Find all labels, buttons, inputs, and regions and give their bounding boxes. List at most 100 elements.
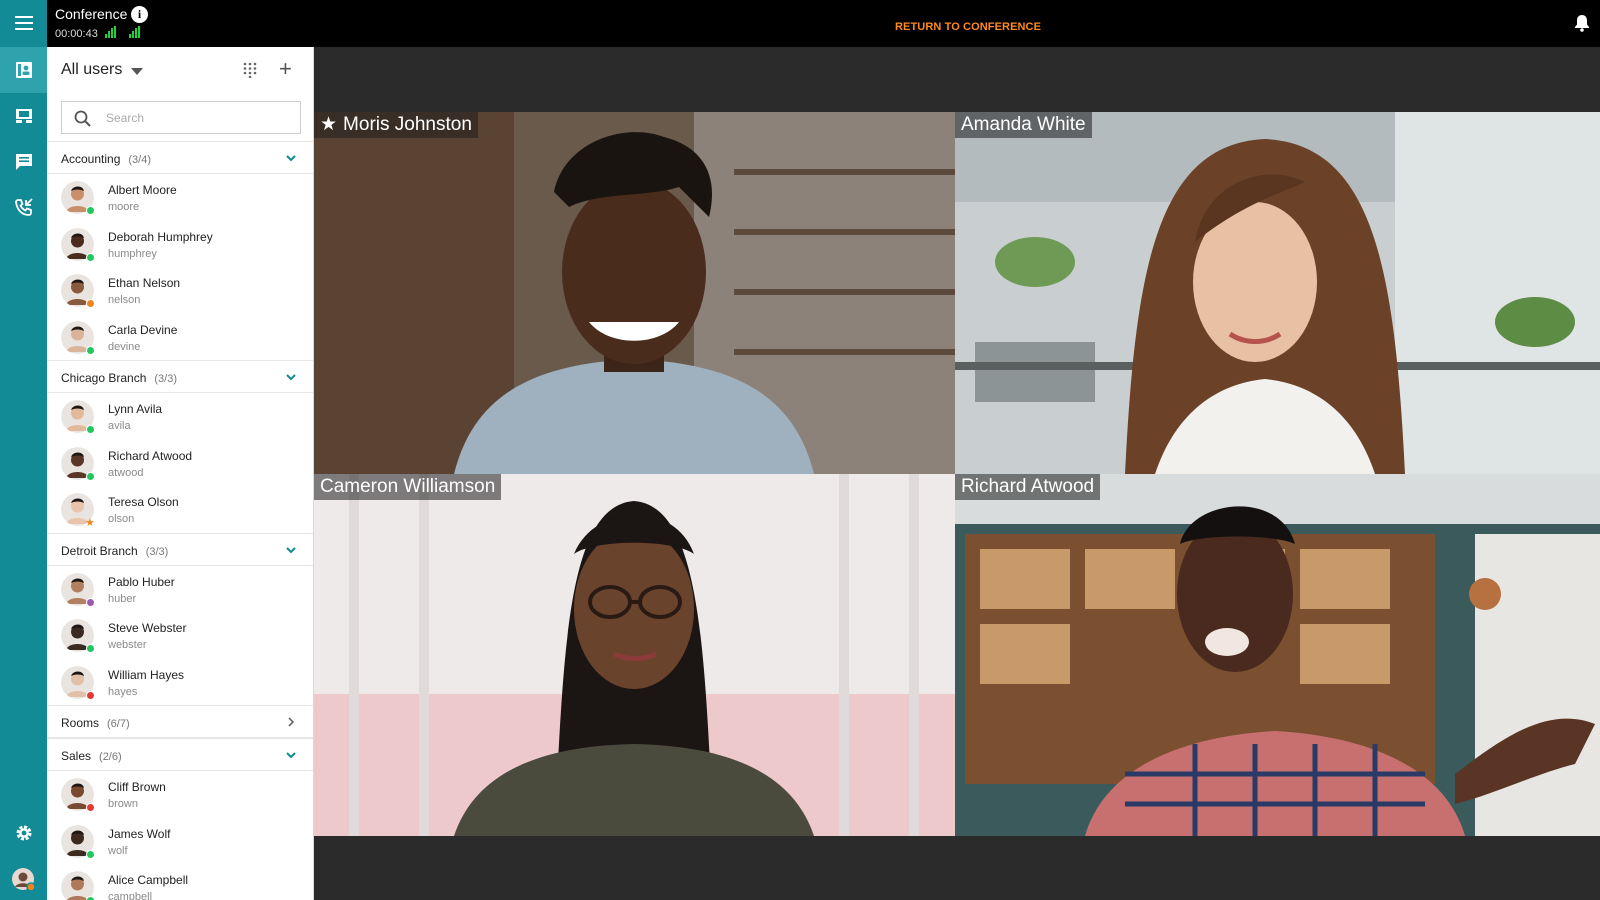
contact-login: moore: [108, 201, 140, 213]
chevron-down-icon[interactable]: [285, 371, 297, 383]
contact-login: humphrey: [108, 247, 157, 260]
status-indicator: [86, 896, 95, 900]
contact-list-item[interactable]: ★ Teresa Olson olson: [47, 486, 313, 533]
contact-name: Albert Moore: [108, 183, 177, 197]
group-title: Accounting: [61, 152, 121, 166]
status-indicator: [86, 690, 95, 700]
gear-icon: [16, 825, 31, 841]
status-indicator: [86, 597, 95, 607]
status-indicator: [86, 425, 95, 434]
contact-login: wolf: [108, 844, 128, 857]
participant-name: Amanda White: [961, 114, 1086, 135]
contact-list-item[interactable]: Lynn Avila avila: [47, 393, 313, 440]
contact-login: nelson: [108, 294, 141, 306]
contact-list-item[interactable]: Albert Moore moore: [47, 174, 313, 221]
settings-button[interactable]: [0, 810, 47, 856]
group-count: (3/4): [128, 154, 151, 166]
contacts-nav-button[interactable]: [0, 47, 47, 93]
group-header[interactable]: Accounting (3/4): [47, 141, 313, 174]
contact-login: hayes: [108, 685, 138, 698]
user-filter-dropdown[interactable]: All users: [61, 61, 122, 79]
group-name: Sales (2/6): [61, 749, 122, 763]
chevron-down-icon[interactable]: [285, 544, 297, 556]
participant-video: [955, 112, 1600, 474]
contact-name: Ethan Nelson: [108, 276, 181, 290]
contacts-icon: [15, 62, 32, 78]
contact-name: William Hayes: [108, 667, 185, 682]
status-indicator: [86, 644, 95, 653]
group-count: (2/6): [99, 751, 122, 763]
contact-login: atwood: [108, 466, 144, 479]
profile-button[interactable]: [0, 857, 47, 900]
chevron-down-icon[interactable]: [285, 152, 297, 164]
conference-title: Conference: [55, 6, 128, 22]
chevron-right-icon[interactable]: [285, 716, 297, 728]
status-indicator: [86, 206, 95, 215]
participant-name-label: Amanda White: [955, 112, 1092, 138]
participant-name: Moris Johnston: [343, 114, 472, 135]
group-count: (3/3): [145, 545, 169, 558]
video-tile[interactable]: ★ Moris Johnston: [314, 112, 955, 474]
contact-list-item[interactable]: James Wolf wolf: [47, 818, 313, 865]
search-input[interactable]: [106, 109, 291, 127]
rooms-nav-button[interactable]: [0, 93, 47, 139]
bell-icon: [1575, 15, 1589, 32]
group-title: Chicago Branch: [61, 371, 147, 385]
contact-login: avila: [108, 420, 131, 432]
status-indicator: [86, 252, 95, 262]
call-history-icon: [14, 198, 33, 216]
contact-list-item[interactable]: Deborah Humphrey humphrey: [47, 221, 313, 268]
group-name: Rooms (6/7): [61, 716, 130, 730]
contact-name: Lynn Avila: [108, 402, 163, 416]
group-header[interactable]: Chicago Branch (3/3): [47, 360, 313, 393]
contact-name: Pablo Huber: [108, 574, 175, 589]
video-stage: ★ Moris Johnston Amanda White Cameron Wi…: [314, 47, 1600, 900]
info-icon[interactable]: i: [131, 6, 148, 23]
star-icon: ★: [85, 517, 95, 529]
call-history-nav-button[interactable]: [0, 185, 47, 231]
group-title: Rooms: [61, 716, 100, 730]
participant-name-label: Cameron Williamson: [314, 474, 502, 500]
chat-icon: [15, 154, 32, 170]
dialpad-icon[interactable]: [243, 62, 257, 78]
notifications-button[interactable]: [1574, 14, 1590, 37]
contact-list-item[interactable]: Alice Campbell campbell: [47, 864, 313, 900]
group-count: (3/3): [154, 373, 178, 385]
contact-login: brown: [108, 798, 138, 810]
group-header[interactable]: Sales (2/6): [47, 738, 313, 771]
contacts-panel: All users + Accounting (3/4) Albert Moore m…: [47, 47, 314, 900]
contact-list-item[interactable]: Steve Webster webster: [47, 612, 313, 659]
app-window: Conference i 00:00:43 RETURN TO CONFEREN…: [0, 0, 1600, 900]
contact-list-item[interactable]: Cliff Brown brown: [47, 771, 313, 818]
contact-list-item[interactable]: Ethan Nelson nelson: [47, 267, 313, 314]
video-tile[interactable]: Amanda White: [955, 112, 1600, 474]
video-tile[interactable]: Cameron Williamson: [314, 474, 955, 836]
menu-button[interactable]: [0, 0, 47, 46]
return-to-conference-button[interactable]: RETURN TO CONFERENCE: [895, 21, 1041, 33]
caret-down-icon[interactable]: [131, 68, 143, 75]
contact-name: Carla Devine: [108, 322, 178, 337]
panel-header: All users +: [47, 47, 313, 92]
top-bar: Conference i 00:00:43 RETURN TO CONFEREN…: [47, 0, 1600, 47]
contact-name: Richard Atwood: [108, 448, 193, 463]
add-button[interactable]: +: [279, 57, 292, 81]
search-icon: [74, 110, 91, 127]
contact-list-item[interactable]: Carla Devine devine: [47, 314, 313, 361]
contact-list-item[interactable]: Pablo Huber huber: [47, 566, 313, 613]
contact-name: Alice Campbell: [108, 873, 189, 887]
chevron-down-icon[interactable]: [285, 749, 297, 761]
contact-name: Cliff Brown: [108, 780, 166, 794]
video-tile[interactable]: Richard Atwood: [955, 474, 1600, 836]
call-timer: 00:00:43: [55, 28, 98, 40]
participant-video: [955, 474, 1600, 836]
contact-name: Teresa Olson: [108, 495, 179, 509]
group-header[interactable]: Detroit Branch (3/3): [47, 532, 313, 566]
chat-nav-button[interactable]: [0, 139, 47, 185]
contact-list-item[interactable]: Richard Atwood atwood: [47, 440, 313, 487]
group-title: Sales: [61, 749, 92, 763]
status-indicator: [86, 345, 95, 355]
group-header[interactable]: Rooms (6/7): [47, 705, 313, 738]
participant-name: Richard Atwood: [961, 476, 1095, 497]
signal-icon: [105, 26, 116, 38]
contact-list-item[interactable]: William Hayes hayes: [47, 659, 313, 706]
